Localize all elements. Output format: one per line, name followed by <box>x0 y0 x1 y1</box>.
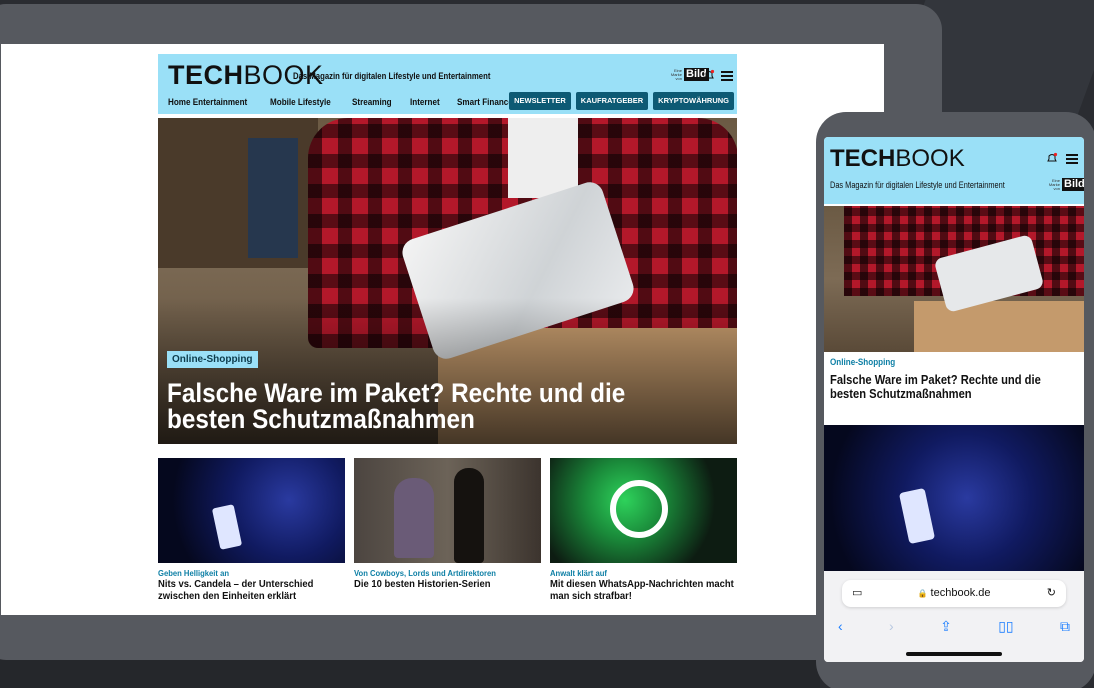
main-nav: Home Entertainment Mobile Lifestyle Stre… <box>168 97 519 107</box>
bookmarks-icon[interactable]: ▯▯ <box>998 618 1013 635</box>
bild-brand-mark[interactable]: Eine Marke von Bild <box>1046 178 1084 191</box>
site-tagline: Das Magazin für digitalen Lifestyle und … <box>830 180 1005 190</box>
tabs-icon[interactable]: ⧉ <box>1060 618 1070 635</box>
menu-icon[interactable] <box>721 71 733 81</box>
techbook-logo[interactable]: TECHBOOK <box>830 145 965 173</box>
mobile-hero-tag[interactable]: Online-Shopping <box>830 357 895 367</box>
article-card[interactable]: Geben Helligkeit an Nits vs. Candela – d… <box>158 458 345 602</box>
mobile-second-image[interactable] <box>824 425 1084 571</box>
url-text: techbook.de <box>930 587 991 599</box>
hero-image-tshirt <box>508 118 578 198</box>
brand-mark-caption: Eine Marke von <box>1048 177 1060 191</box>
nav-item-mobile-lifestyle[interactable]: Mobile Lifestyle <box>270 97 331 107</box>
share-icon[interactable]: ⇪ <box>940 618 952 635</box>
article-card[interactable]: Von Cowboys, Lords und Artdirektoren Die… <box>354 458 541 590</box>
article-card[interactable]: Anwalt klärt auf Mit diesen WhatsApp-Nac… <box>550 458 737 602</box>
mobile-hero-title[interactable]: Falsche Ware im Paket? Rechte und die be… <box>830 373 1062 401</box>
kaufratgeber-button[interactable]: KAUFRATGEBER <box>575 92 649 110</box>
nav-item-smart-finance[interactable]: Smart Finance <box>457 97 513 107</box>
phone-glow <box>898 487 936 545</box>
card-image-phone <box>158 458 345 563</box>
site-header: TECHBOOK Das Magazin für digitalen Lifes… <box>158 54 737 114</box>
figure-right <box>454 468 484 563</box>
hero-title[interactable]: Falsche Ware im Paket? Rechte und die be… <box>167 380 662 433</box>
mobile-hero-image[interactable] <box>824 206 1084 352</box>
whatsapp-icon <box>610 480 668 538</box>
header-buttons: NEWSLETTER KAUFRATGEBER KRYPTOWÄHRUNG <box>509 92 734 110</box>
phone-glow <box>211 504 243 550</box>
brand-mark-caption: Eine Marke von <box>670 67 682 81</box>
nav-item-home-entertainment[interactable]: Home Entertainment <box>168 97 247 107</box>
nav-item-streaming[interactable]: Streaming <box>352 97 392 107</box>
kryptowaehrung-button[interactable]: KRYPTOWÄHRUNG <box>653 92 734 110</box>
card-title[interactable]: Nits vs. Candela – der Unterschied zwisc… <box>158 578 343 602</box>
site-tagline: Das Magazin für digitalen Lifestyle und … <box>293 71 491 81</box>
bell-icon[interactable] <box>1046 152 1058 164</box>
mobile-hero-box <box>914 301 1084 352</box>
menu-icon[interactable] <box>1066 154 1078 164</box>
hero-tag[interactable]: Online-Shopping <box>167 351 258 368</box>
card-tag: Von Cowboys, Lords und Artdirektoren <box>354 568 496 578</box>
reader-icon[interactable]: ▭ <box>852 580 862 607</box>
nav-item-internet[interactable]: Internet <box>410 97 440 107</box>
reload-icon[interactable]: ↻ <box>1047 580 1056 607</box>
bild-logo: Bild <box>1062 178 1084 191</box>
newsletter-button[interactable]: NEWSLETTER <box>509 92 571 110</box>
tablet-screen: TECHBOOK Das Magazin für digitalen Lifes… <box>1 44 884 615</box>
mobile-header: TECHBOOK Das Magazin für digitalen Lifes… <box>824 137 1084 204</box>
card-tag: Anwalt klärt auf <box>550 568 607 578</box>
hero-article[interactable]: Online-Shopping Falsche Ware im Paket? R… <box>158 118 737 444</box>
back-icon[interactable]: ‹ <box>838 618 843 635</box>
lock-icon: 🔒 <box>917 589 928 598</box>
safari-toolbar: ▭ 🔒 techbook.de ↻ ‹ › ⇪ ▯▯ ⧉ <box>824 571 1084 662</box>
figure-left <box>394 478 434 558</box>
home-indicator <box>906 652 1002 656</box>
browser-tools: ‹ › ⇪ ▯▯ ⧉ <box>838 618 1070 635</box>
tablet-device: TECHBOOK Das Magazin für digitalen Lifes… <box>0 4 942 660</box>
card-image-whatsapp <box>550 458 737 563</box>
card-title[interactable]: Die 10 besten Historien-Serien <box>354 578 539 590</box>
hero-image-books <box>248 138 298 258</box>
card-tag: Geben Helligkeit an <box>158 568 230 578</box>
forward-icon[interactable]: › <box>889 618 894 635</box>
bell-icon[interactable] <box>703 69 715 81</box>
phone-screen: TECHBOOK Das Magazin für digitalen Lifes… <box>824 137 1084 662</box>
phone-device: TECHBOOK Das Magazin für digitalen Lifes… <box>816 112 1094 688</box>
card-title[interactable]: Mit diesen WhatsApp-Nachrichten macht ma… <box>550 578 735 602</box>
card-image-series <box>354 458 541 563</box>
address-bar[interactable]: ▭ 🔒 techbook.de ↻ <box>842 580 1066 607</box>
